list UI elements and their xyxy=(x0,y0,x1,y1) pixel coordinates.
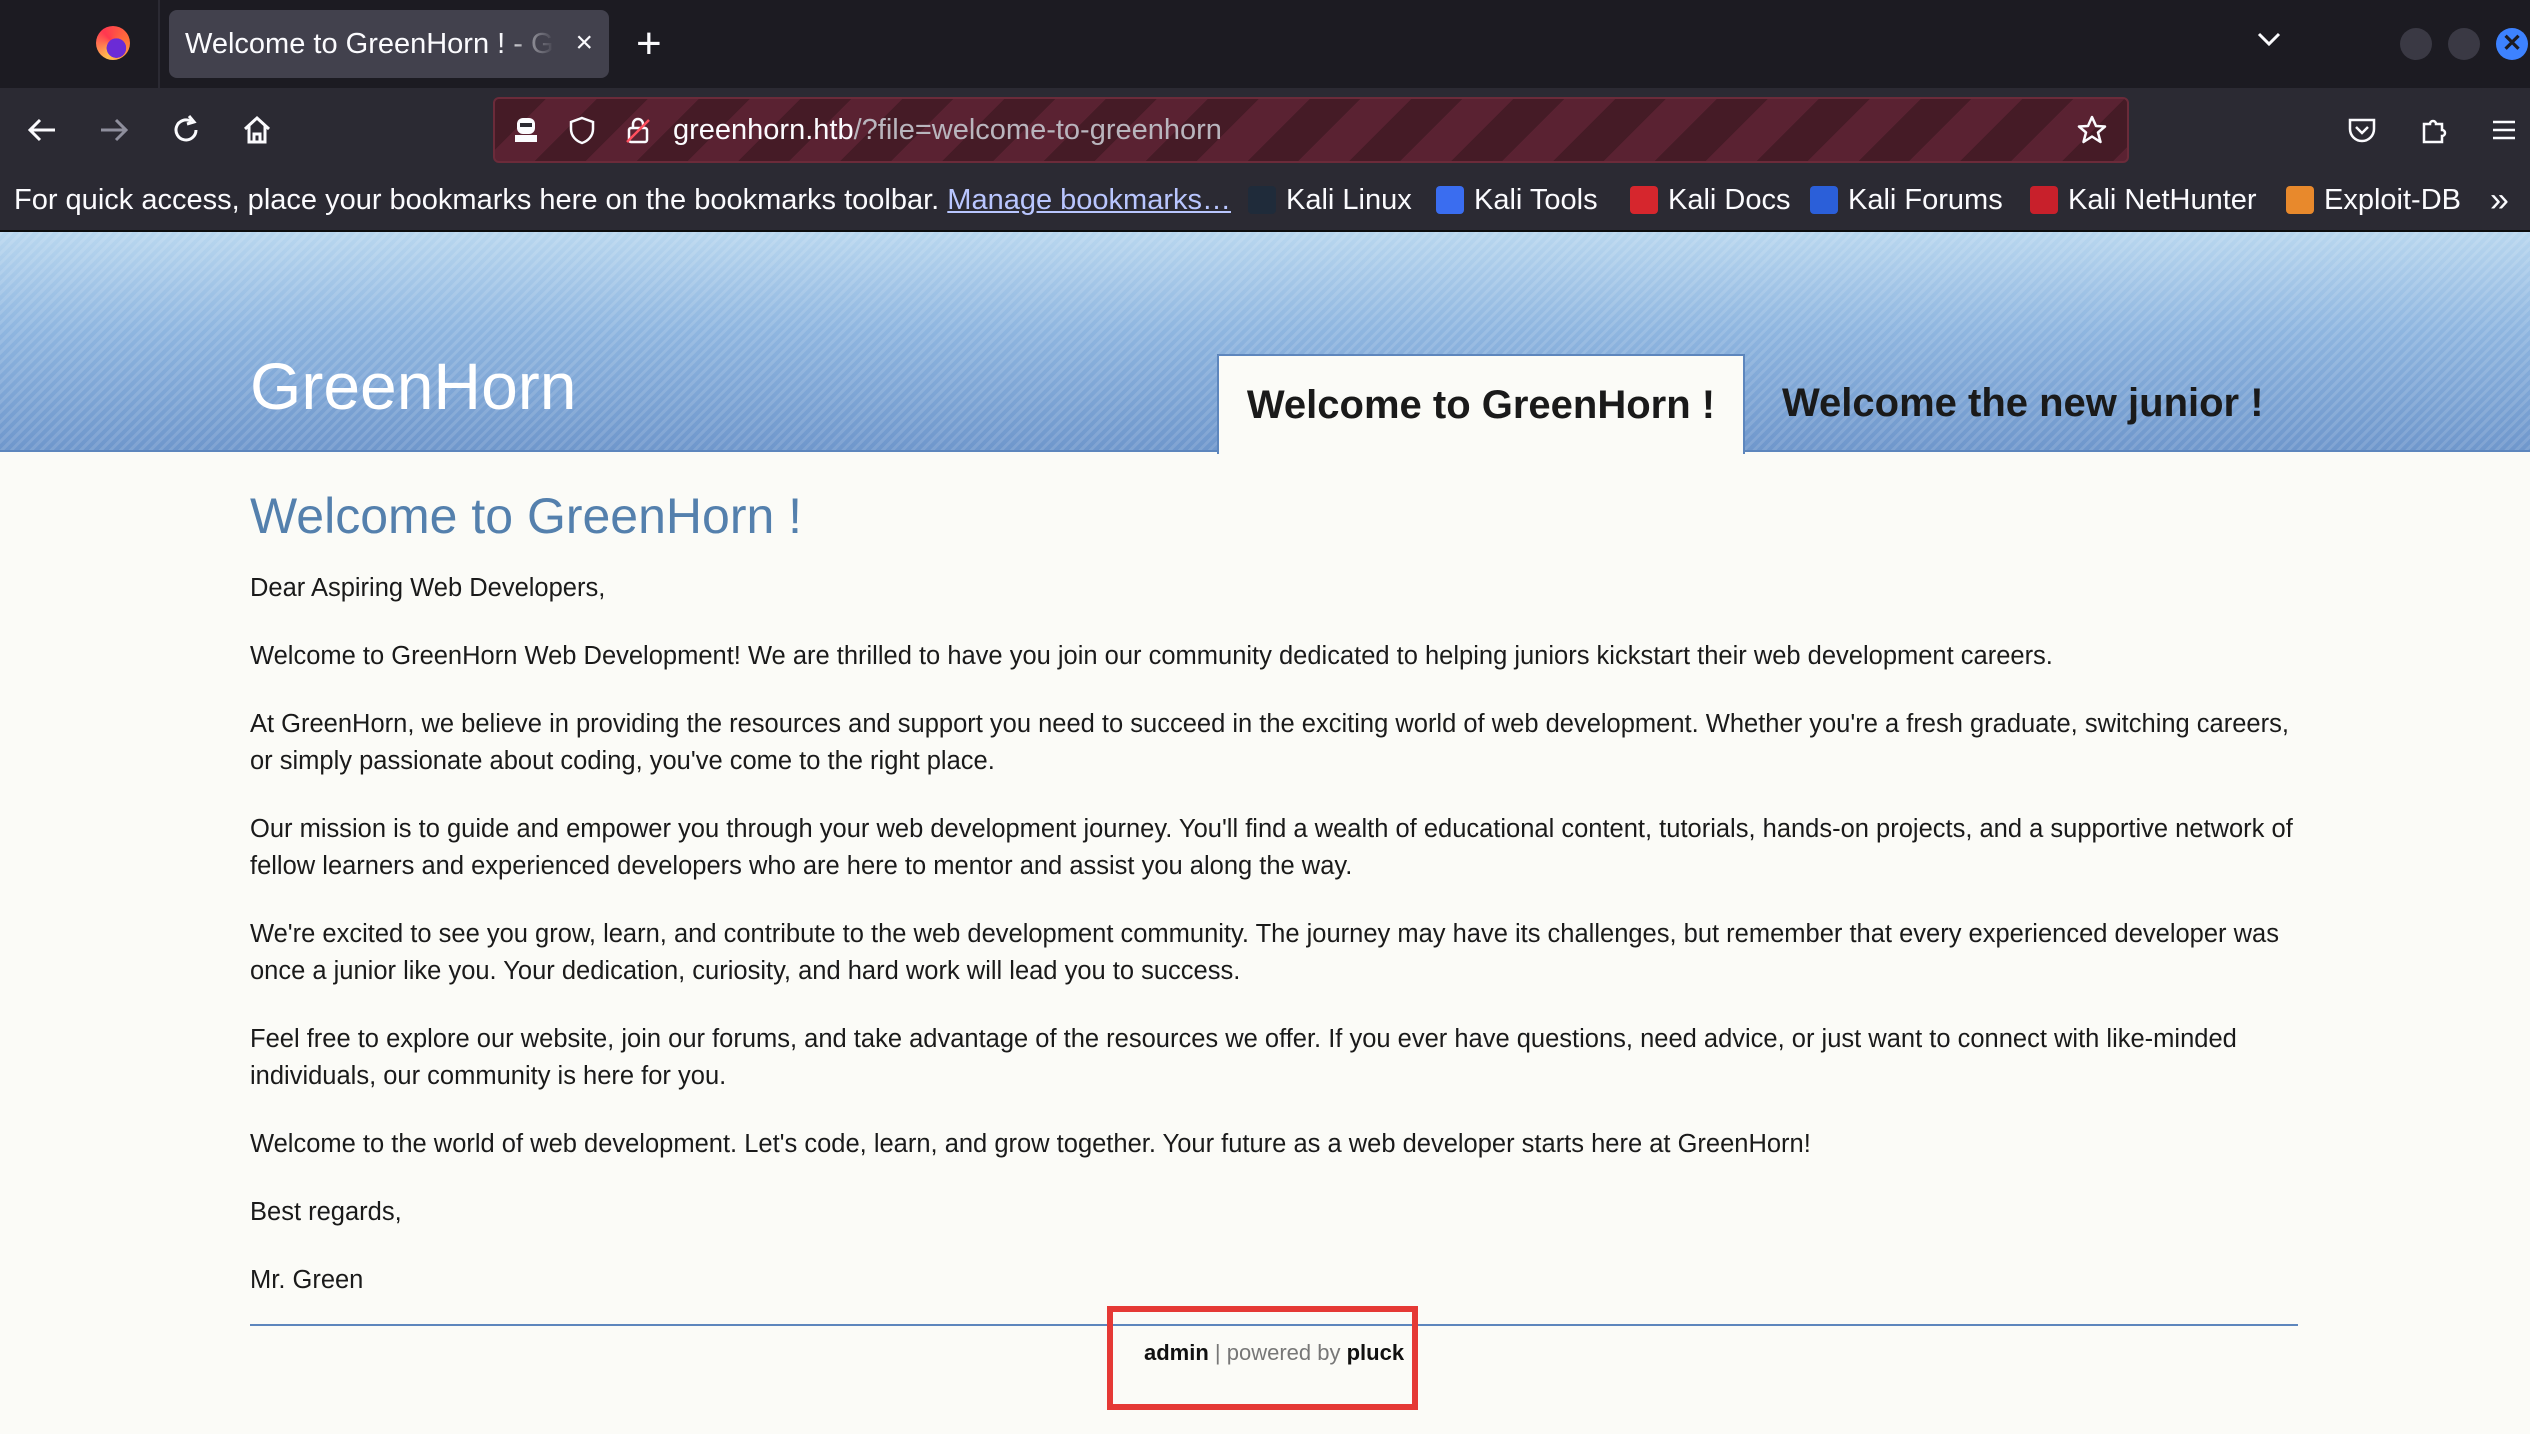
window-close-button[interactable]: ✕ xyxy=(2496,28,2528,60)
kali-nethunter-icon xyxy=(2030,186,2058,214)
site-header: GreenHorn Welcome to GreenHorn ! Welcome… xyxy=(0,232,2530,454)
kali-forums-icon xyxy=(1810,186,1838,214)
bookmark-label: Kali Forums xyxy=(1848,184,2003,216)
bookmarks-prompt: For quick access, place your bookmarks h… xyxy=(14,170,1231,230)
extensions-puzzle-icon[interactable] xyxy=(2414,110,2454,150)
paragraph: Our mission is to guide and empower you … xyxy=(250,815,2293,880)
new-tab-button[interactable]: + xyxy=(636,20,662,68)
paragraph: Welcome to the world of web development.… xyxy=(250,1130,1811,1158)
kali-docs-icon xyxy=(1630,186,1658,214)
exploit-db-icon xyxy=(2286,186,2314,214)
firefox-logo-icon[interactable] xyxy=(96,26,130,60)
pluck-link[interactable]: pluck xyxy=(1347,1340,1404,1365)
main-content: Welcome to GreenHorn ! Dear Aspiring Web… xyxy=(250,480,2300,1330)
browser-nav-bar: greenhorn.htb/?file=welcome-to-greenhorn xyxy=(0,88,2530,170)
bookmark-label: Kali Linux xyxy=(1286,184,1412,216)
footer-separator: | powered by xyxy=(1208,1340,1347,1365)
reader-mode-icon[interactable] xyxy=(509,113,543,147)
bookmarks-toolbar: For quick access, place your bookmarks h… xyxy=(0,170,2530,232)
bookmark-exploit-db[interactable]: Exploit-DB xyxy=(2286,170,2461,230)
bookmark-kali-linux[interactable]: Kali Linux xyxy=(1248,170,1412,230)
paragraph: Feel free to explore our website, join o… xyxy=(250,1025,2237,1090)
footer: admin | powered by pluck xyxy=(1144,1340,1404,1366)
bookmark-kali-docs[interactable]: Kali Docs xyxy=(1630,170,1791,230)
bookmark-label: Kali Docs xyxy=(1668,184,1791,216)
window-minimize-button[interactable] xyxy=(2400,28,2432,60)
paragraph: Welcome to GreenHorn Web Development! We… xyxy=(250,642,2053,670)
bookmark-kali-forums[interactable]: Kali Forums xyxy=(1810,170,2003,230)
bookmark-label: Kali Tools xyxy=(1474,184,1598,216)
url-bar[interactable]: greenhorn.htb/?file=welcome-to-greenhorn xyxy=(493,97,2129,163)
nav-tab-welcome[interactable]: Welcome to GreenHorn ! xyxy=(1217,354,1745,454)
paragraph: Mr. Green xyxy=(250,1266,364,1294)
url-text[interactable]: greenhorn.htb/?file=welcome-to-greenhorn xyxy=(673,99,1222,161)
bookmark-label: Exploit-DB xyxy=(2324,184,2461,216)
browser-tab-active[interactable]: Welcome to GreenHorn ! - GreenHorn × xyxy=(169,10,609,78)
kali-tools-icon xyxy=(1436,186,1464,214)
url-path: /?file=welcome-to-greenhorn xyxy=(853,114,1222,146)
home-icon[interactable] xyxy=(237,110,277,150)
paragraph: At GreenHorn, we believe in providing th… xyxy=(250,710,2289,775)
app-menu-hamburger-icon[interactable] xyxy=(2484,110,2524,150)
forward-arrow-icon[interactable] xyxy=(94,110,134,150)
reload-icon[interactable] xyxy=(166,110,206,150)
tab-title: Welcome to GreenHorn ! - GreenHorn xyxy=(185,28,555,60)
bookmarks-overflow-chevron-icon[interactable]: » xyxy=(2490,170,2509,230)
manage-bookmarks-link[interactable]: Manage bookmarks… xyxy=(947,184,1231,216)
bookmark-kali-nethunter[interactable]: Kali NetHunter xyxy=(2030,170,2257,230)
paragraph: We're excited to see you grow, learn, an… xyxy=(250,920,2279,985)
paragraph: Best regards, xyxy=(250,1198,402,1226)
url-host: greenhorn.htb xyxy=(673,114,854,146)
shield-icon[interactable] xyxy=(565,113,599,147)
lock-icon[interactable] xyxy=(621,113,655,147)
window-maximize-button[interactable] xyxy=(2448,28,2480,60)
list-all-tabs-chevron-icon[interactable] xyxy=(2254,24,2284,59)
paragraph: Dear Aspiring Web Developers, xyxy=(250,574,606,602)
site-logo[interactable]: GreenHorn xyxy=(250,348,577,424)
bookmark-label: Kali NetHunter xyxy=(2068,184,2257,216)
bookmark-star-icon[interactable] xyxy=(2075,113,2109,147)
tab-close-icon[interactable]: × xyxy=(575,10,593,78)
kali-linux-icon xyxy=(1248,186,1276,214)
browser-tab-bar: Welcome to GreenHorn ! - GreenHorn × + ✕ xyxy=(0,0,2530,88)
bookmarks-prompt-text: For quick access, place your bookmarks h… xyxy=(14,184,940,216)
tab-bar-corner xyxy=(0,0,160,88)
page-title: Welcome to GreenHorn ! xyxy=(250,488,803,544)
admin-link[interactable]: admin xyxy=(1144,1340,1209,1365)
bookmark-kali-tools[interactable]: Kali Tools xyxy=(1436,170,1598,230)
pocket-icon[interactable] xyxy=(2342,110,2382,150)
back-arrow-icon[interactable] xyxy=(22,110,62,150)
nav-tab-new-junior[interactable]: Welcome the new junior ! xyxy=(1782,354,2264,452)
